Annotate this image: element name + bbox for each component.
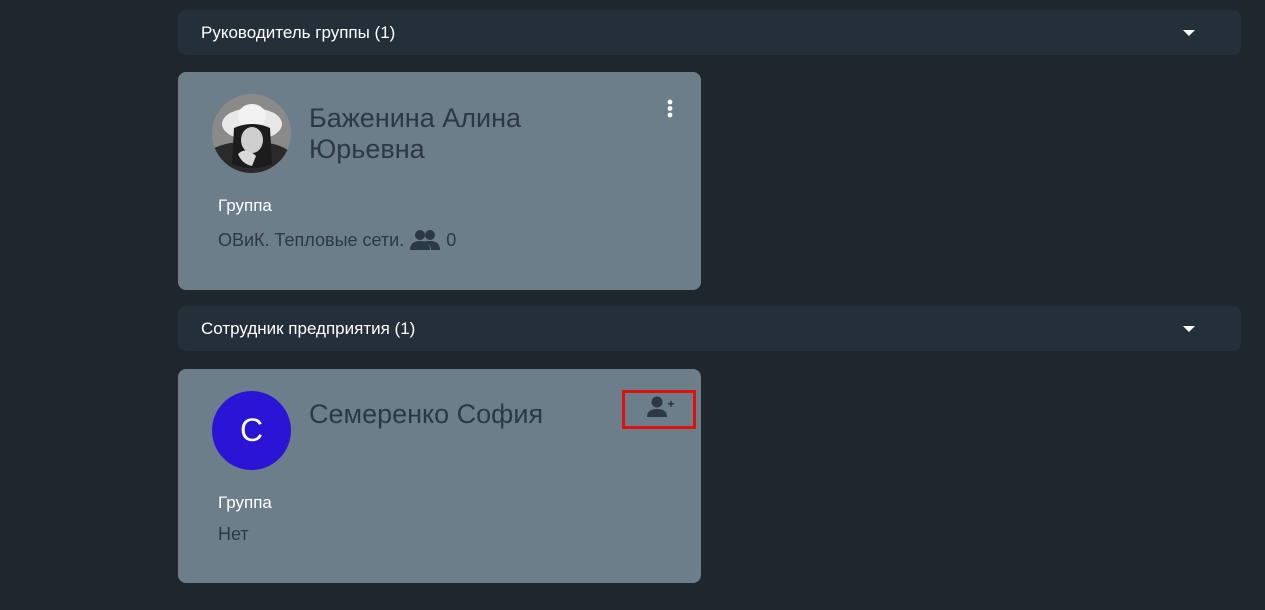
- more-vertical-icon[interactable]: [662, 99, 678, 119]
- avatar: С: [212, 391, 291, 470]
- people-icon: [410, 230, 441, 250]
- group-value: ОВиК. Тепловые сети. 0: [218, 229, 456, 251]
- section-title: Руководитель группы (1): [201, 22, 396, 42]
- employee-name: Баженина Алина Юрьевна: [309, 103, 522, 164]
- group-name: Нет: [218, 524, 249, 544]
- employee-card: Баженина Алина Юрьевна Группа ОВиК. Тепл…: [178, 72, 701, 290]
- caret-down-icon[interactable]: [1183, 325, 1195, 332]
- avatar-photo: [212, 94, 291, 173]
- group-name: ОВиК. Тепловые сети.: [218, 229, 405, 250]
- section-title: Сотрудник предприятия (1): [201, 318, 416, 338]
- person-add-icon: [647, 396, 674, 417]
- section-header-company-employee[interactable]: Сотрудник предприятия (1): [178, 306, 1241, 351]
- employee-name: Семеренко София: [309, 399, 544, 429]
- group-value: Нет: [218, 524, 249, 545]
- members-count: 0: [446, 229, 457, 250]
- employee-card: С Семеренко София Группа Нет: [178, 369, 701, 583]
- caret-down-icon[interactable]: [1183, 29, 1195, 36]
- add-to-group-button[interactable]: [622, 390, 696, 429]
- avatar: [212, 94, 291, 173]
- section-header-group-leader[interactable]: Руководитель группы (1): [178, 10, 1241, 55]
- group-label: Группа: [218, 196, 272, 215]
- group-label: Группа: [218, 493, 272, 512]
- avatar-letter: С: [239, 412, 264, 448]
